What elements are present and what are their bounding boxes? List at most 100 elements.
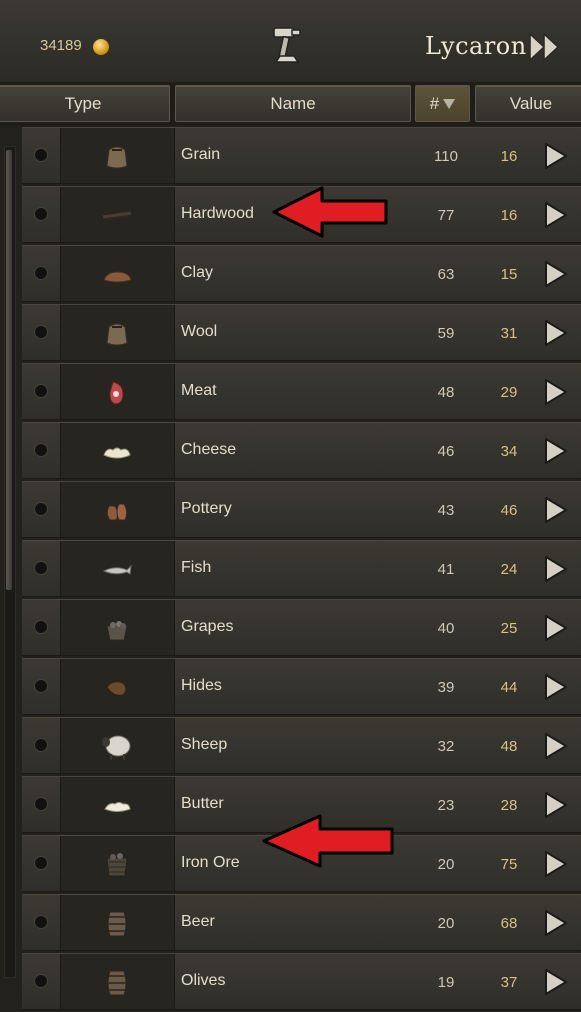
barrel-icon [107, 970, 127, 996]
select-radio[interactable] [34, 443, 48, 457]
select-radio[interactable] [34, 679, 48, 693]
name-header-label: Name [270, 93, 316, 113]
sell-arrow-button[interactable] [543, 141, 569, 171]
sell-arrow-button[interactable] [543, 672, 569, 702]
sell-arrow-button[interactable] [543, 613, 569, 643]
sell-arrow-button[interactable] [543, 495, 569, 525]
item-row[interactable]: Meat 48 29 [22, 363, 581, 420]
item-name: Wool [181, 323, 218, 340]
item-name: Hides [181, 677, 222, 694]
sell-arrow-button[interactable] [543, 790, 569, 820]
sell-arrow-button[interactable] [543, 259, 569, 289]
clay-icon [103, 271, 132, 283]
item-name: Beer [181, 913, 215, 930]
item-value: 24 [500, 561, 518, 578]
item-value: 16 [500, 148, 518, 165]
item-count: 46 [437, 443, 455, 460]
fish-icon [102, 564, 132, 575]
item-count: 23 [437, 797, 455, 814]
select-radio[interactable] [34, 502, 48, 516]
item-value: 75 [500, 856, 518, 873]
item-count: 40 [437, 620, 455, 637]
item-value: 37 [500, 974, 518, 991]
item-thumbnail [60, 246, 175, 301]
select-radio[interactable] [34, 148, 48, 162]
item-count: 77 [437, 207, 455, 224]
item-thumbnail [60, 659, 175, 714]
ore-basket-icon [106, 853, 128, 877]
sell-arrow-button[interactable] [543, 377, 569, 407]
sheep-icon [102, 735, 131, 760]
barrel-icon [107, 911, 127, 937]
item-row[interactable]: Pottery 43 46 [22, 481, 581, 538]
scrollbar-thumb[interactable] [6, 150, 12, 590]
sack-icon [106, 323, 128, 346]
type-header-label: Type [64, 93, 102, 113]
item-name: Cheese [181, 441, 237, 458]
item-row[interactable]: Wool 59 31 [22, 304, 581, 361]
pottery-icon [106, 503, 128, 521]
select-radio[interactable] [34, 797, 48, 811]
item-value: 25 [500, 620, 518, 637]
sell-arrow-button[interactable] [543, 200, 569, 230]
sell-arrow-button[interactable] [543, 849, 569, 879]
item-name: Iron Ore [181, 854, 240, 871]
count-column-header[interactable]: # [415, 85, 470, 122]
wood-icon [102, 211, 132, 220]
item-row[interactable]: Grapes 40 25 [22, 599, 581, 656]
item-name: Meat [181, 382, 217, 399]
sell-arrow-button[interactable] [543, 731, 569, 761]
sell-arrow-button[interactable] [543, 436, 569, 466]
item-thumbnail [60, 895, 175, 950]
item-name: Hardwood [181, 205, 254, 222]
sort-descending-icon [443, 98, 456, 109]
item-thumbnail [60, 600, 175, 655]
select-radio[interactable] [34, 384, 48, 398]
item-row[interactable]: Clay 63 15 [22, 245, 581, 302]
item-row[interactable]: Sheep 32 48 [22, 717, 581, 774]
item-row[interactable]: Grain 110 16 [22, 127, 581, 184]
sell-arrow-button[interactable] [543, 318, 569, 348]
select-radio[interactable] [34, 266, 48, 280]
item-value: 68 [500, 915, 518, 932]
item-thumbnail [60, 836, 175, 891]
select-radio[interactable] [34, 915, 48, 929]
item-count: 32 [437, 738, 455, 755]
butter-icon [104, 802, 131, 812]
item-value: 29 [500, 384, 518, 401]
item-count: 63 [437, 266, 455, 283]
select-radio[interactable] [34, 738, 48, 752]
item-count: 39 [437, 679, 455, 696]
item-row[interactable]: Fish 41 24 [22, 540, 581, 597]
item-count: 19 [437, 974, 455, 991]
sack-icon [106, 146, 128, 169]
item-thumbnail [60, 128, 175, 183]
red-arrow-icon [262, 814, 394, 868]
item-row[interactable]: Olives 19 37 [22, 953, 581, 1010]
name-column-header[interactable]: Name [175, 85, 411, 122]
sell-arrow-button[interactable] [543, 554, 569, 584]
item-row[interactable]: Beer 20 68 [22, 894, 581, 951]
select-radio[interactable] [34, 620, 48, 634]
trade-top-bar: 34189 Lycaron [0, 0, 581, 83]
select-radio[interactable] [34, 856, 48, 870]
item-count: 20 [437, 856, 455, 873]
item-row[interactable]: Hides 39 44 [22, 658, 581, 715]
value-column-header[interactable]: Value [475, 85, 581, 122]
item-count: 110 [434, 148, 458, 165]
item-value: 28 [500, 797, 518, 814]
item-count: 41 [437, 561, 455, 578]
select-radio[interactable] [34, 561, 48, 575]
type-column-header[interactable]: Type [0, 85, 170, 122]
item-thumbnail [60, 364, 175, 419]
item-thumbnail [60, 718, 175, 773]
sell-arrow-button[interactable] [543, 908, 569, 938]
value-header-label: Value [509, 93, 553, 113]
select-radio[interactable] [34, 974, 48, 988]
select-radio[interactable] [34, 207, 48, 221]
next-town-button[interactable] [528, 30, 564, 64]
select-radio[interactable] [34, 325, 48, 339]
item-name: Pottery [181, 500, 232, 517]
item-value: 46 [500, 502, 518, 519]
item-row[interactable]: Cheese 46 34 [22, 422, 581, 479]
